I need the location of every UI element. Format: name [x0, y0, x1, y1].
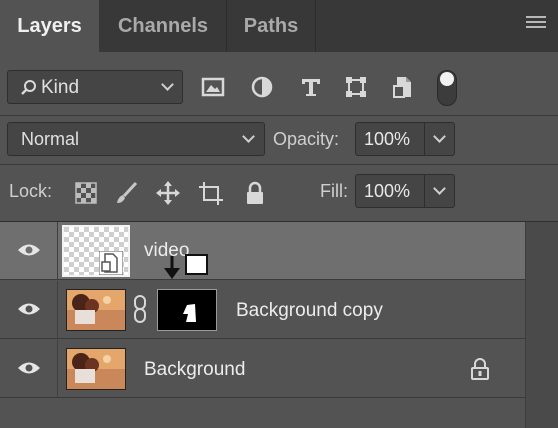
layer-mask-thumbnail[interactable]	[157, 289, 217, 331]
lock-label: Lock:	[9, 181, 53, 201]
chain-link-icon[interactable]	[133, 295, 147, 323]
filter-kind-select[interactable]: Kind	[7, 70, 183, 104]
eye-icon	[18, 362, 40, 374]
chevron-down-icon	[433, 182, 446, 195]
divider	[424, 123, 425, 155]
layer-row-background-copy[interactable]: Background copy	[0, 281, 525, 339]
layer-row-video[interactable]: video	[0, 222, 525, 280]
tab-divider	[315, 0, 316, 52]
lock-icon[interactable]	[242, 180, 268, 206]
chevron-down-icon	[161, 78, 174, 91]
opacity-value: 100%	[364, 129, 411, 149]
artboard-lock-icon[interactable]	[198, 180, 224, 206]
eye-icon	[18, 303, 40, 315]
visibility-toggle[interactable]	[0, 340, 58, 398]
visibility-toggle[interactable]	[0, 222, 58, 280]
drag-cursor-icon	[164, 254, 208, 279]
layer-thumbnail	[66, 289, 126, 331]
photo-thumbnail	[67, 349, 125, 389]
layer-name-background-copy[interactable]: Background copy	[236, 300, 383, 322]
layer-name-background[interactable]: Background	[144, 359, 245, 381]
lock-transparent-pixels-icon[interactable]	[73, 180, 99, 206]
chevron-down-icon	[433, 130, 446, 143]
shape-filter-icon[interactable]	[343, 74, 369, 100]
filter-kind-label: Kind	[41, 77, 80, 98]
fill-field[interactable]: 100%	[355, 174, 455, 208]
mask-shape	[183, 304, 196, 322]
photo-thumbnail	[67, 290, 125, 330]
type-filter-icon[interactable]	[298, 74, 324, 100]
blend-mode-value: Normal	[21, 129, 80, 149]
toggle-knob	[440, 72, 454, 86]
brush-icon[interactable]	[114, 180, 140, 206]
panel-tab-bar: Layers Channels Paths	[0, 0, 558, 52]
tab-paths[interactable]: Paths	[227, 0, 315, 52]
tab-layers[interactable]: Layers	[0, 0, 99, 52]
smart-object-badge-icon	[99, 251, 123, 275]
divider	[424, 175, 425, 207]
fill-value: 100%	[364, 181, 411, 201]
eye-icon	[18, 244, 40, 256]
visibility-toggle[interactable]	[0, 281, 58, 339]
lock-icon	[471, 358, 489, 380]
layer-thumbnail	[66, 348, 126, 390]
divider	[0, 115, 558, 116]
opacity-field[interactable]: 100%	[355, 122, 455, 156]
layer-row-background[interactable]: Background	[0, 340, 525, 398]
layers-scrollbar[interactable]	[525, 222, 558, 428]
blend-mode-select[interactable]: Normal	[7, 122, 265, 156]
layer-thumbnail	[62, 225, 130, 277]
adjustment-filter-icon[interactable]	[249, 74, 275, 100]
image-filter-icon[interactable]	[200, 74, 226, 100]
smart-object-filter-icon[interactable]	[391, 74, 417, 100]
divider	[0, 164, 558, 165]
chevron-down-icon	[242, 130, 255, 143]
tab-channels[interactable]: Channels	[100, 0, 226, 52]
search-icon	[21, 80, 36, 95]
filter-toggle-switch[interactable]	[437, 70, 457, 106]
panel-menu-icon[interactable]	[526, 16, 546, 32]
move-icon[interactable]	[155, 180, 181, 206]
opacity-label: Opacity:	[273, 129, 340, 149]
fill-label: Fill:	[320, 181, 348, 201]
